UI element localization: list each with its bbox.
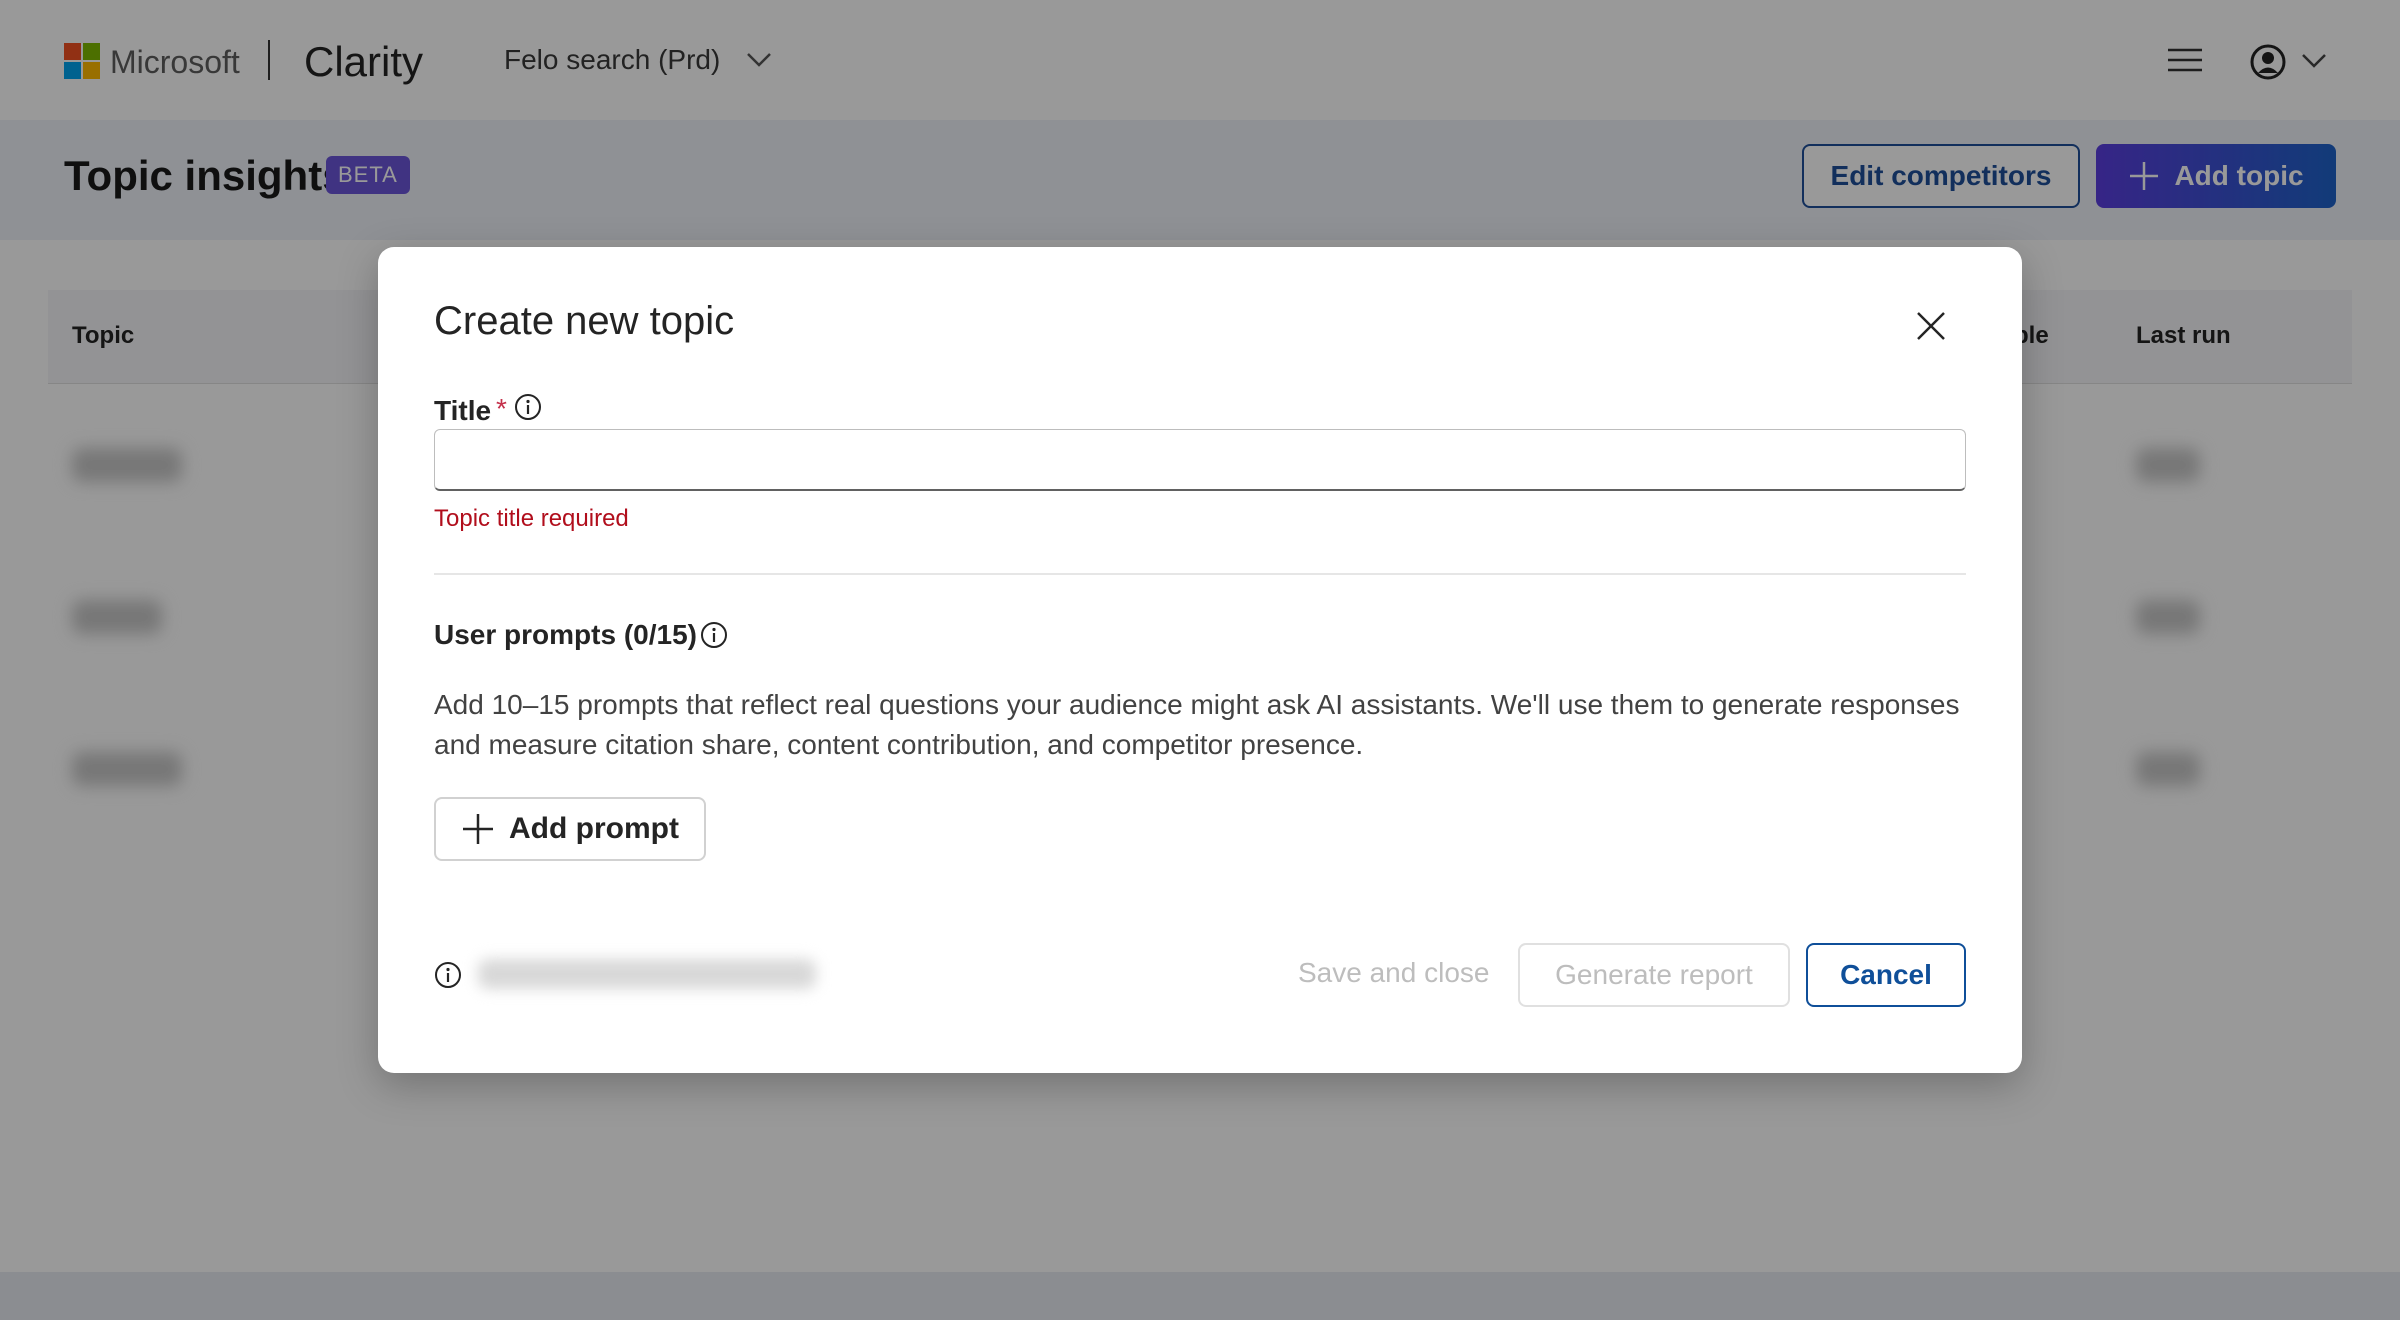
cancel-button[interactable]: Cancel [1806, 943, 1966, 1007]
section-divider [434, 573, 1966, 575]
generate-report-button[interactable]: Generate report [1518, 943, 1790, 1007]
add-prompt-label: Add prompt [509, 812, 679, 845]
title-error-message: Topic title required [434, 505, 629, 532]
title-field-label: Title [434, 395, 492, 426]
plus-icon [463, 814, 494, 844]
add-prompt-button[interactable]: Add prompt [434, 797, 706, 861]
save-and-close-button[interactable]: Save and close [1298, 957, 1489, 989]
close-icon[interactable] [1914, 309, 1948, 343]
info-icon[interactable] [514, 393, 542, 421]
user-prompts-label: User prompts (0/15) [434, 619, 697, 650]
dialog-title: Create new topic [434, 299, 735, 343]
required-marker: * [496, 393, 507, 424]
blurred-footer-note [478, 959, 816, 989]
title-input[interactable] [434, 429, 1966, 491]
create-topic-dialog: Create new topic Title * Topic title req… [378, 247, 2022, 1073]
prompts-description: Add 10–15 prompts that reflect real ques… [434, 689, 1960, 760]
info-icon[interactable] [700, 621, 728, 649]
info-icon[interactable] [434, 961, 462, 989]
